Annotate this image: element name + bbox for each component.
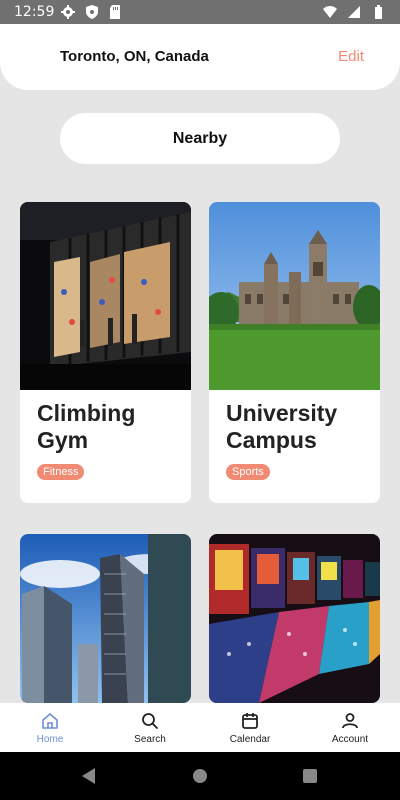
wifi-icon [323,6,337,18]
gear-icon [61,5,75,19]
account-icon [342,712,358,728]
activity-card-arcade[interactable] [209,534,380,703]
status-time: 12:59 [14,4,55,20]
nearby-filter-button[interactable]: Nearby [60,113,340,164]
status-bar: 12:59 [0,0,400,24]
nav-label: Home [36,733,64,745]
search-icon [142,712,158,729]
nav-item-account[interactable]: Account [300,703,400,752]
back-icon[interactable] [82,768,95,784]
activity-card-city[interactable] [20,534,191,703]
category-tag: Sports [226,464,270,480]
nav-item-search[interactable]: Search [100,703,200,752]
card-title: Climbing Gym [37,400,136,453]
climbing-gym-image [20,202,191,390]
nav-label: Search [134,733,166,745]
card-title: University Campus [226,400,338,453]
arcade-image [209,534,380,703]
sd-card-icon [110,5,120,19]
calendar-icon [242,712,258,729]
signal-icon [348,6,360,18]
nav-item-home[interactable]: Home [0,703,100,752]
recents-icon[interactable] [303,769,317,783]
university-campus-image [209,202,380,390]
location-header: Toronto, ON, Canada Edit [0,24,400,90]
nav-label: Account [331,733,369,745]
activity-card-climbing-gym[interactable]: Climbing Gym Fitness [20,202,191,503]
home-circle-icon[interactable] [193,769,207,783]
location-label: Toronto, ON, Canada [60,48,209,65]
home-icon [42,712,58,729]
shield-icon [86,5,98,19]
system-navigation-bar [0,752,400,800]
category-tag: Fitness [37,464,85,480]
edit-button[interactable]: Edit [338,48,364,65]
nav-label: Calendar [229,733,271,745]
activity-card-university-campus[interactable]: University Campus Sports [209,202,380,503]
nav-item-calendar[interactable]: Calendar [200,703,300,752]
battery-icon [375,5,382,19]
city-skyline-image [20,534,191,703]
bottom-navigation: Home Search Calendar Account [0,703,400,752]
